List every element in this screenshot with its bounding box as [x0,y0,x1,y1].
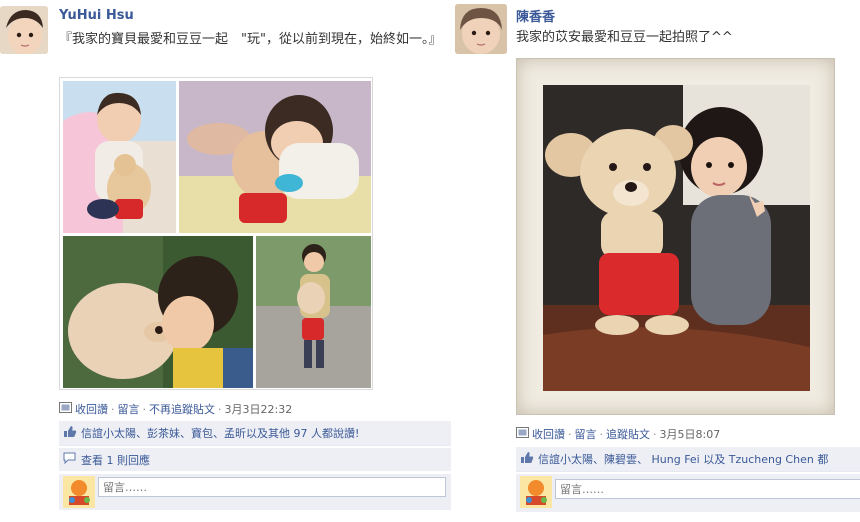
separator: · [111,402,115,416]
photo-album-icon [516,427,529,441]
comment-link[interactable]: 留言 [575,426,597,442]
separator: · [568,427,572,441]
comment-input[interactable]: 留言…… [98,477,446,497]
unlike-link[interactable]: 收回讚 [532,426,565,442]
separator: · [599,427,604,441]
view-comments-row[interactable]: 查看 1 則回應 [59,448,451,471]
view-comments-link[interactable]: 查看 1 則回應 [81,452,150,468]
unfollow-post-link[interactable]: 不再追蹤貼文 [149,401,215,417]
post-timestamp[interactable]: 3月3日22:32 [225,401,293,417]
collage-photo-3[interactable] [63,236,253,388]
likes-summary: 信誼小太陽、陳碧雲、 Hung Fei 以及 Tzucheng Chen 都 [516,447,860,472]
likes-text[interactable]: 信誼小太陽、彭茶妹、寶包、孟昕以及其他 97 人都說讚! [81,425,359,441]
post-photo[interactable] [516,58,835,415]
likes-summary: 信誼小太陽、彭茶妹、寶包、孟昕以及其他 97 人都說讚! [59,421,451,446]
post-timestamp[interactable]: 3月5日8:07 [660,426,721,442]
viewer-avatar [63,476,95,508]
comment-composer: 留言…… [516,474,860,512]
photo-image [543,85,810,391]
separator: · [142,402,147,416]
comment-input[interactable]: 留言…… [555,479,860,499]
author-avatar[interactable] [455,4,507,54]
collage-photo-2[interactable] [179,81,371,233]
collage-photo-4[interactable] [256,236,371,388]
separator: · [653,427,657,441]
thumbs-up-icon [63,425,77,441]
separator: · [218,402,222,416]
photo-collage[interactable] [59,77,373,390]
collage-photo-1[interactable] [63,81,176,233]
viewer-avatar [520,476,552,508]
author-name[interactable]: 陳香香 [516,6,555,25]
comment-link[interactable]: 留言 [118,401,140,417]
unlike-link[interactable]: 收回讚 [75,401,108,417]
post-actions: 收回讚 · 留言 · 不再追蹤貼文 · 3月3日22:32 [59,401,292,417]
speech-bubble-icon [63,452,76,467]
comment-composer: 留言…… [59,474,451,510]
photo-album-icon [59,402,72,416]
post-actions: 收回讚 · 留言 · 追蹤貼文 · 3月5日8:07 [516,426,720,442]
post-message: 『我家的寶貝最愛和豆豆一起 "玩"，從以前到現在，始終如一。』 [59,32,442,47]
post-message: 我家的苡安最愛和豆豆一起拍照了^^ [516,30,733,45]
thumbs-up-icon [520,451,534,467]
likes-text[interactable]: 信誼小太陽、陳碧雲、 Hung Fei 以及 Tzucheng Chen 都 [538,451,828,467]
follow-post-link[interactable]: 追蹤貼文 [606,426,650,442]
author-avatar[interactable] [0,6,48,54]
author-name[interactable]: YuHui Hsu [59,8,134,23]
